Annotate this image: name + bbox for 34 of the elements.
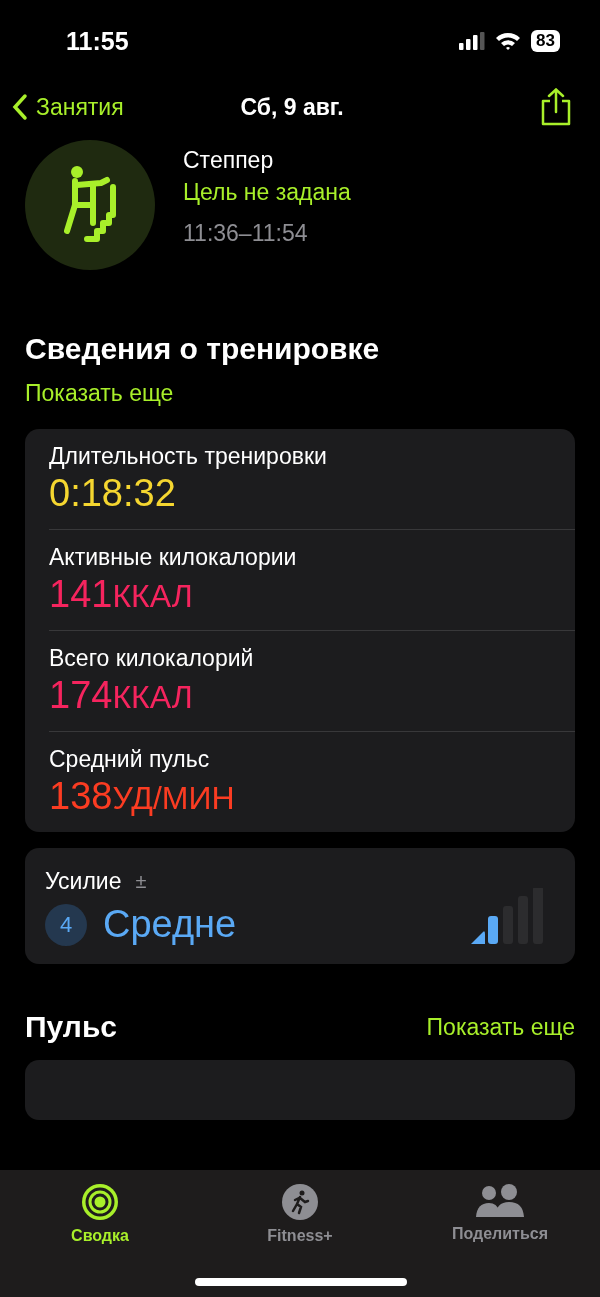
section-title: Пульс bbox=[25, 1010, 118, 1044]
metric-label: Средний пульс bbox=[49, 746, 211, 773]
rings-icon bbox=[81, 1183, 119, 1221]
chevron-left-icon bbox=[12, 93, 28, 121]
effort-rating: Средне bbox=[103, 903, 237, 946]
section-title: Сведения о тренировке bbox=[25, 332, 381, 366]
metric-value: 0:18:32 bbox=[49, 472, 177, 515]
battery-level: 83 bbox=[531, 30, 560, 52]
metric-label: Активные килокалории bbox=[49, 544, 298, 571]
workout-goal: Цель не задана bbox=[183, 178, 351, 207]
metric-value: 174ККАЛ bbox=[49, 674, 194, 717]
metric-value: 141ККАЛ bbox=[49, 573, 194, 616]
show-more-link[interactable]: Показать еще bbox=[426, 1013, 575, 1041]
workout-name: Степпер bbox=[183, 146, 275, 175]
people-icon bbox=[475, 1183, 525, 1219]
nav-title: Сб, 9 авг. bbox=[240, 93, 344, 121]
status-time: 11:55 bbox=[66, 26, 129, 56]
workout-time-range: 11:36–11:54 bbox=[183, 220, 309, 247]
effort-label: Усилие bbox=[45, 868, 122, 895]
show-more-link[interactable]: Показать еще bbox=[25, 380, 174, 406]
runner-icon bbox=[281, 1183, 319, 1221]
signal-icon bbox=[459, 32, 486, 50]
tab-bar-item[interactable]: Поделиться bbox=[425, 1182, 575, 1297]
effort-card[interactable]: Усилие ± 4 Средне bbox=[25, 848, 575, 964]
metric-label: Длительность тренировки bbox=[49, 443, 328, 470]
wifi-icon bbox=[495, 31, 522, 51]
share-button[interactable] bbox=[540, 88, 572, 126]
adjust-symbol: ± bbox=[135, 870, 147, 893]
metric-label: Всего килокалорий bbox=[49, 645, 255, 672]
metric-value: 138УД/МИН bbox=[49, 775, 236, 818]
tab-bar-item[interactable]: Fitness+ bbox=[225, 1182, 375, 1297]
effort-score: 4 bbox=[45, 903, 87, 946]
back-link[interactable]: Занятия bbox=[12, 93, 124, 121]
tab-bar-item[interactable]: Сводка bbox=[25, 1182, 175, 1297]
